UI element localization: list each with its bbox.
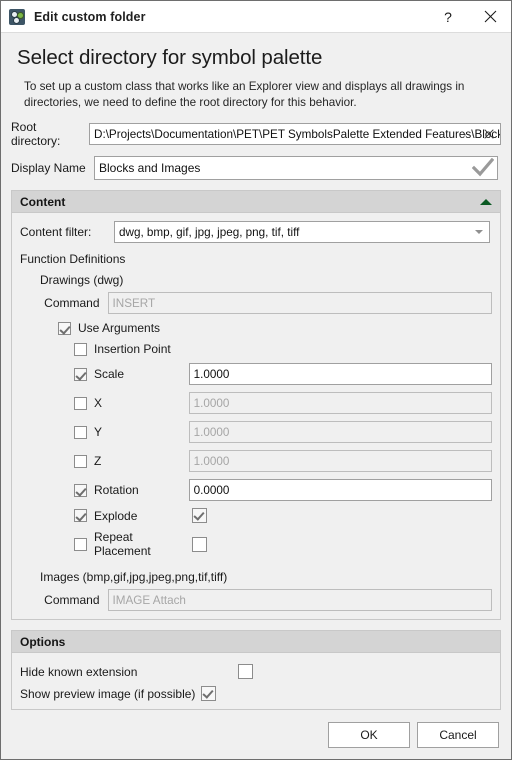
argument-row-scale: Scale 1.0000 xyxy=(74,363,492,385)
z-checkbox[interactable] xyxy=(74,454,87,468)
folder-symbols-icon xyxy=(9,8,25,25)
close-button[interactable] xyxy=(469,1,511,32)
title-bar: Edit custom folder ? xyxy=(1,1,511,33)
option-row-show-preview-image[interactable]: Show preview image (if possible) xyxy=(20,686,492,701)
insertion-point-checkbox[interactable] xyxy=(74,342,87,356)
y-input[interactable]: 1.0000 xyxy=(188,421,492,443)
ok-button[interactable]: OK xyxy=(328,722,410,748)
display-name-field: Blocks and Images xyxy=(94,156,498,180)
options-group-header[interactable]: Options xyxy=(12,631,500,653)
question-mark-icon: ? xyxy=(444,8,452,25)
drawings-command-label: Command xyxy=(44,296,100,310)
edit-custom-folder-dialog: Edit custom folder ? Select directory fo… xyxy=(0,0,512,760)
cancel-button[interactable]: Cancel xyxy=(417,722,499,748)
argument-row-z: Z 1.0000 xyxy=(74,450,492,472)
close-icon xyxy=(484,129,494,139)
clear-button[interactable] xyxy=(479,124,499,144)
argument-row-explode: Explode xyxy=(74,508,492,523)
drawings-label: Drawings (dwg) xyxy=(40,273,124,287)
y-checkbox[interactable] xyxy=(74,425,87,439)
show-preview-image-label: Show preview image (if possible) xyxy=(20,686,196,701)
close-icon xyxy=(484,10,496,23)
browse-button[interactable]: ··· xyxy=(459,124,479,144)
scale-input[interactable]: 1.0000 xyxy=(188,363,492,385)
repeat-placement-label: Repeat Placement xyxy=(94,530,151,558)
argument-row-y: Y 1.0000 xyxy=(74,421,492,443)
checkmark-icon xyxy=(471,157,495,181)
explode-checkbox[interactable] xyxy=(74,509,87,522)
scale-label: Scale xyxy=(94,367,125,381)
page-title: Select directory for symbol palette xyxy=(17,46,323,69)
window-controls: ? xyxy=(427,1,511,32)
options-group-body: Hide known extension Show preview image … xyxy=(12,653,500,709)
content-filter-combo[interactable]: dwg, bmp, gif, jpg, jpeg, png, tif, tiff xyxy=(114,221,490,243)
root-directory-input[interactable]: D:\Projects\Documentation\PET\PET Symbol… xyxy=(89,123,501,145)
argument-row-insertion-point[interactable]: Insertion Point xyxy=(74,342,492,356)
page-description: To set up a custom class that works like… xyxy=(24,80,465,109)
x-input[interactable]: 1.0000 xyxy=(188,392,492,414)
content-group-header[interactable]: Content xyxy=(12,191,500,213)
explode-label: Explode xyxy=(94,508,138,523)
hide-known-extension-label: Hide known extension xyxy=(20,664,138,679)
images-label: Images (bmp,gif,jpg,jpeg,png,tif,tiff) xyxy=(40,570,228,584)
chevron-down-icon xyxy=(475,230,483,234)
images-command-row: Command IMAGE Attach xyxy=(40,589,492,611)
chevron-up-icon[interactable] xyxy=(480,198,492,205)
x-label: X xyxy=(94,396,103,410)
content-filter-input[interactable]: dwg, bmp, gif, jpg, jpeg, png, tif, tiff xyxy=(114,221,490,243)
hide-known-extension-checkbox[interactable] xyxy=(238,664,254,679)
use-arguments-checkbox[interactable] xyxy=(58,321,71,335)
insertion-point-label: Insertion Point xyxy=(94,342,171,356)
content-filter-row: Content filter: dwg, bmp, gif, jpg, jpeg… xyxy=(20,221,492,243)
options-group-title: Options xyxy=(20,634,66,649)
help-button[interactable]: ? xyxy=(427,1,469,32)
root-directory-label: Root directory: xyxy=(11,120,61,148)
rotation-label: Rotation xyxy=(94,483,139,497)
show-preview-image-checkbox[interactable] xyxy=(201,686,217,701)
option-row-hide-known-extension[interactable]: Hide known extension xyxy=(20,664,492,679)
z-label: Z xyxy=(94,454,102,468)
images-command-input[interactable]: IMAGE Attach xyxy=(107,589,492,611)
content-group: Content Content filter: dwg, bmp, gif, j… xyxy=(11,190,501,620)
drawings-command-row: Command INSERT xyxy=(40,292,492,314)
function-definitions-label: Function Definitions xyxy=(20,252,126,266)
rotation-checkbox[interactable] xyxy=(74,483,87,497)
repeat-placement-checkbox[interactable] xyxy=(74,537,87,551)
argument-row-x: X 1.0000 xyxy=(74,392,492,414)
display-name-input[interactable]: Blocks and Images xyxy=(94,156,498,180)
explode-value-checkbox[interactable] xyxy=(192,508,207,523)
rotation-input[interactable]: 0.0000 xyxy=(188,479,492,501)
window-title: Edit custom folder xyxy=(34,9,146,24)
content-group-body: Content filter: dwg, bmp, gif, jpg, jpeg… xyxy=(12,213,500,619)
root-directory-actions: ··· xyxy=(459,123,499,145)
argument-row-repeat-placement: Repeat Placement xyxy=(74,530,492,558)
display-name-row: Display Name Blocks and Images xyxy=(11,156,501,180)
scale-checkbox[interactable] xyxy=(74,367,87,381)
drawings-command-input[interactable]: INSERT xyxy=(107,292,492,314)
x-checkbox[interactable] xyxy=(74,396,87,410)
options-group: Options Hide known extension Show previe… xyxy=(11,630,501,710)
y-label: Y xyxy=(94,425,103,439)
argument-row-rotation: Rotation 0.0000 xyxy=(74,479,492,501)
root-directory-row: Root directory: D:\Projects\Documentatio… xyxy=(11,120,501,148)
repeat-placement-value-checkbox[interactable] xyxy=(192,536,207,552)
z-input[interactable]: 1.0000 xyxy=(188,450,492,472)
content-filter-label: Content filter: xyxy=(20,225,92,239)
images-command-label: Command xyxy=(44,593,100,607)
dialog-footer: OK Cancel xyxy=(1,711,511,759)
root-directory-field: D:\Projects\Documentation\PET\PET Symbol… xyxy=(89,123,501,145)
use-arguments-label: Use Arguments xyxy=(78,321,161,335)
content-group-title: Content xyxy=(20,194,66,209)
display-name-label: Display Name xyxy=(11,161,86,175)
dialog-body: Root directory: D:\Projects\Documentatio… xyxy=(1,115,511,711)
use-arguments-row[interactable]: Use Arguments xyxy=(58,321,492,335)
dialog-header: Select directory for symbol palette To s… xyxy=(1,33,511,115)
